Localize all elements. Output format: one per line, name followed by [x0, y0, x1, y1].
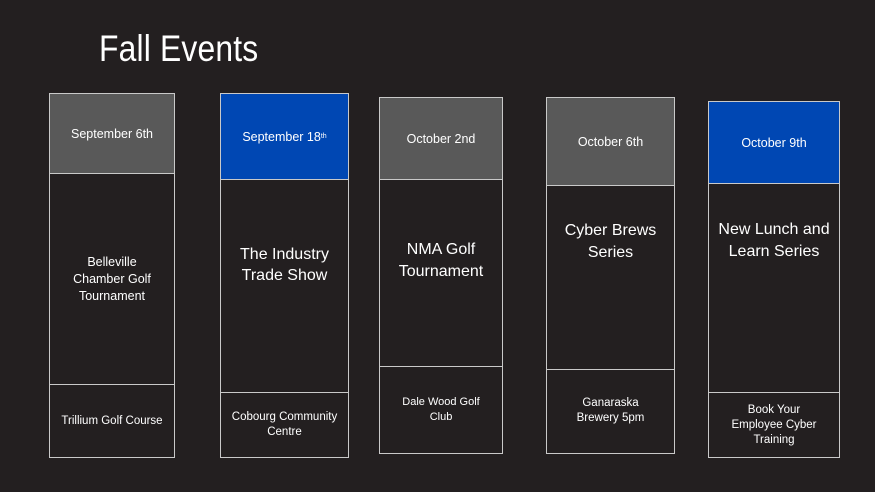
- event-date: October 9th: [709, 102, 839, 184]
- event-date: September 18th: [221, 94, 348, 180]
- event-name: Cyber Brews Series: [547, 186, 674, 370]
- event-venue: Trillium Golf Course: [61, 414, 163, 427]
- event-card-lunch-and-learn: October 9th New Lunch and Learn Series B…: [708, 101, 840, 458]
- event-name: NMA Golf Tournament: [380, 180, 502, 367]
- event-venue: Ganaraska Brewery 5pm: [576, 397, 645, 424]
- event-name: Belleville Chamber Golf Tournament: [50, 174, 174, 385]
- page-title: Fall Events: [99, 28, 259, 69]
- event-name: New Lunch and Learn Series: [709, 184, 839, 393]
- event-date: October 2nd: [380, 98, 502, 180]
- event-date: October 6th: [547, 98, 674, 186]
- event-card-belleville-golf: September 6th Belleville Chamber Golf To…: [49, 93, 175, 458]
- event-card-industry-trade-show: September 18th The Industry Trade Show C…: [220, 93, 349, 458]
- event-venue: Book Your Employee Cyber Training: [731, 403, 817, 446]
- event-venue: Dale Wood Golf Club: [402, 396, 480, 423]
- event-card-nma-golf: October 2nd NMA Golf Tournament Dale Woo…: [379, 97, 503, 454]
- event-date: September 6th: [50, 94, 174, 174]
- event-name: The Industry Trade Show: [221, 180, 348, 393]
- event-date-text: September 18: [242, 129, 321, 144]
- event-card-cyber-brews: October 6th Cyber Brews Series Ganaraska…: [546, 97, 675, 454]
- event-venue: Cobourg Community Centre: [231, 411, 338, 438]
